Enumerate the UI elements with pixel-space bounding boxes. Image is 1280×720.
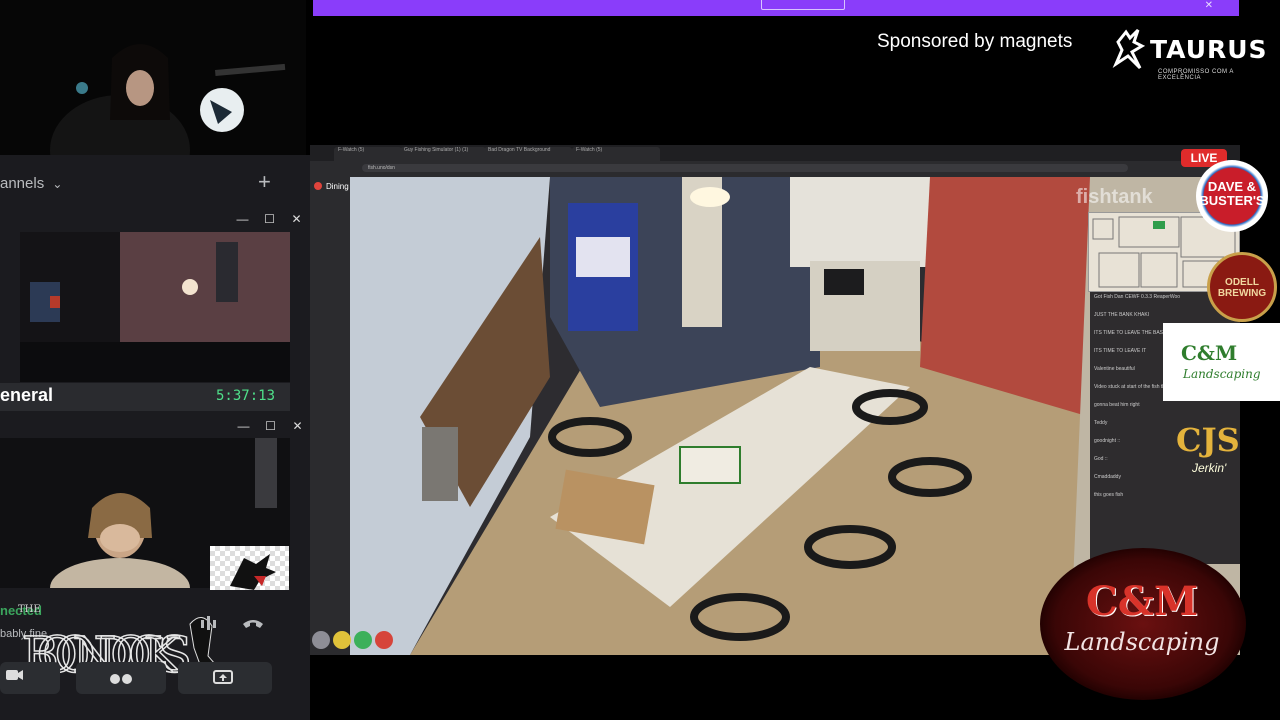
window-controls-1: — ☐ ✕ bbox=[229, 212, 310, 226]
address-bar: fish.uno/dsn bbox=[310, 161, 1240, 175]
cm-large-title: C&M bbox=[1085, 578, 1199, 625]
taurus-wordmark: TAURUS bbox=[1150, 35, 1268, 64]
odell-brewing-logo: ODELL BREWING bbox=[1207, 252, 1277, 322]
svg-text:THE: THE bbox=[18, 604, 41, 615]
voice-channel-name[interactable]: eneral bbox=[0, 385, 53, 406]
banner-close-icon[interactable]: ✕ bbox=[1205, 0, 1213, 11]
maximize-icon[interactable]: ☐ bbox=[256, 212, 283, 226]
cm-small-subtitle: Landscaping bbox=[1183, 367, 1261, 381]
chat-message: this goes fish bbox=[1094, 492, 1124, 498]
add-channel-icon[interactable]: + bbox=[258, 169, 271, 195]
activity-icon bbox=[110, 674, 132, 684]
feed-grid-icon[interactable] bbox=[354, 631, 372, 649]
camera-icon bbox=[6, 670, 23, 680]
minimize-icon[interactable]: — bbox=[229, 212, 256, 226]
close-icon[interactable]: ✕ bbox=[284, 419, 311, 433]
url-field[interactable]: fish.uno/dsn bbox=[362, 164, 1128, 172]
channels-label-text: annels bbox=[0, 175, 45, 192]
recording-dot-icon bbox=[314, 182, 322, 190]
cm-large-subtitle: Landscaping bbox=[1064, 628, 1220, 656]
screen-share-icon bbox=[213, 670, 233, 684]
fishtank-watermark: fishtank bbox=[1076, 186, 1153, 208]
feed-close-icon[interactable] bbox=[375, 631, 393, 649]
dave-and-busters-logo: DAVE & BUSTER'S bbox=[1196, 160, 1268, 232]
taurus-tagline: COMPROMISSO COM A EXCELÊNCIA bbox=[1158, 69, 1234, 81]
browser-tab[interactable]: Guy Fishing Simulator (1) (1) bbox=[400, 147, 486, 161]
close-icon[interactable]: ✕ bbox=[283, 212, 310, 226]
channels-label[interactable]: annels ⌄ bbox=[0, 175, 62, 192]
feed-controls bbox=[312, 631, 396, 651]
user-avatar[interactable] bbox=[210, 546, 289, 590]
cm-small-title: C&M bbox=[1181, 341, 1238, 365]
browser-tab[interactable]: F-Watch (5) bbox=[334, 147, 402, 161]
voice-settings-icon[interactable] bbox=[197, 612, 223, 634]
taurus-logo: TAURUS COMPROMISSO COM A EXCELÊNCIA bbox=[1112, 24, 1272, 81]
call-timer: 5:37:13 bbox=[216, 388, 276, 404]
minimize-icon[interactable]: — bbox=[230, 419, 257, 433]
odell-line-2: BREWING bbox=[1217, 288, 1267, 299]
browser-tab[interactable]: Bad Dragon TV Background bbox=[484, 147, 572, 161]
browser-tab-strip: F-Watch (5) Guy Fishing Simulator (1) (1… bbox=[310, 145, 1240, 161]
cm-landscaping-logo-large: C&M Landscaping bbox=[1040, 548, 1246, 700]
video-tile-participant-1[interactable] bbox=[20, 232, 290, 382]
participant-1-video bbox=[20, 232, 290, 382]
odell-line-1: ODELL bbox=[1225, 277, 1259, 288]
channels-header: annels ⌄ + bbox=[0, 165, 290, 201]
taurus-bull-icon bbox=[1112, 28, 1146, 70]
maximize-icon[interactable]: ☐ bbox=[257, 419, 284, 433]
sponsor-text: Sponsored by magnets bbox=[877, 31, 1073, 52]
browser-tab[interactable]: F-Watch (5) bbox=[572, 147, 660, 161]
dragon-avatar-icon bbox=[230, 554, 276, 590]
chevron-down-icon[interactable]: ⌄ bbox=[52, 177, 62, 191]
top-banner: ✕ bbox=[313, 0, 1239, 16]
feed-emote-icon[interactable] bbox=[333, 631, 351, 649]
cjs-title: CJS bbox=[1176, 421, 1240, 459]
feed-settings-icon[interactable] bbox=[312, 631, 330, 649]
cjs-subtitle: Jerkin' bbox=[1192, 461, 1227, 475]
cm-landscaping-logo-small: C&M Landscaping bbox=[1163, 323, 1280, 401]
banner-button[interactable] bbox=[761, 0, 845, 10]
disconnect-call-icon[interactable] bbox=[240, 612, 266, 634]
cjs-jerkin-logo: CJS Jerkin' bbox=[1152, 405, 1268, 487]
window-controls-2: — ☐ ✕ bbox=[230, 419, 311, 433]
dave-busters-line-2: BUSTER'S bbox=[1199, 193, 1265, 208]
dave-busters-line-1: DAVE & bbox=[1207, 179, 1257, 194]
streamer-webcam bbox=[0, 0, 306, 155]
streamer-webcam-image bbox=[0, 0, 306, 155]
voice-channel-bar: eneral 5:37:13 bbox=[0, 383, 290, 411]
